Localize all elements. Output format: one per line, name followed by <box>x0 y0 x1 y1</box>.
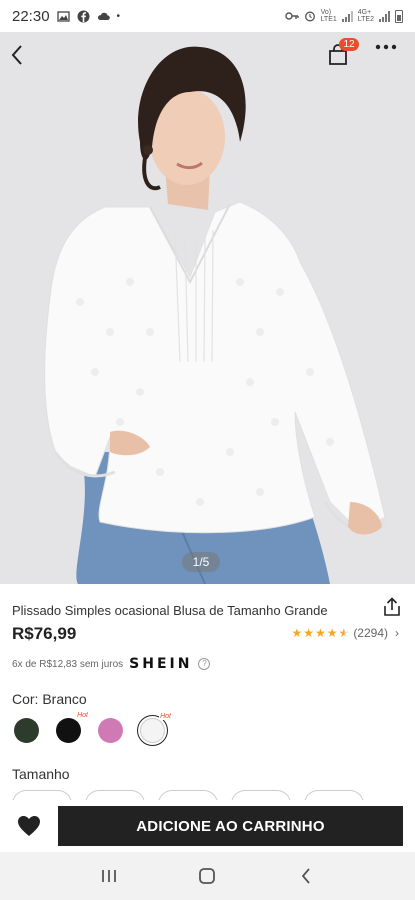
gallery-icon <box>56 10 70 22</box>
star-icon: ★ <box>326 626 338 640</box>
star-icon: ★ <box>303 626 315 640</box>
swatch-black[interactable]: Hot <box>56 712 89 743</box>
hot-tag: Hot <box>159 713 172 720</box>
back-button[interactable] <box>10 44 40 74</box>
facebook-icon <box>77 10 90 22</box>
net2-bottom-label: LTE2 <box>357 16 374 23</box>
star-icon: ★ <box>315 626 326 640</box>
cart-button[interactable]: 12 <box>327 38 359 74</box>
alarm-icon <box>304 11 315 22</box>
color-label: Cor: Branco <box>12 691 87 707</box>
battery-icon <box>395 9 403 23</box>
signal-icon-2 <box>379 10 390 22</box>
hot-tag: Hot <box>76 712 89 719</box>
installments-text: 6x de R$12,83 sem juros <box>12 658 124 670</box>
more-options-button[interactable] <box>375 44 405 74</box>
swatch-pink[interactable] <box>98 718 123 743</box>
system-back-button[interactable] <box>291 861 321 891</box>
installments-row: 6x de R$12,83 sem juros SHEIN ? <box>12 656 211 672</box>
notification-dot-icon: • <box>116 10 121 22</box>
half-star-icon: ★ <box>338 626 350 640</box>
heart-icon <box>18 816 40 836</box>
more-dots-icon <box>375 44 397 50</box>
status-time: 22:30 <box>12 7 50 25</box>
add-to-cart-button[interactable]: ADICIONE AO CARRINHO <box>58 806 403 846</box>
product-title: Plissado Simples ocasional Blusa de Tama… <box>12 602 328 618</box>
rating-summary[interactable]: ★ ★ ★ ★ ★ (2294) › <box>291 626 399 640</box>
share-icon <box>384 597 400 616</box>
net-top-label: Vo) <box>320 9 332 16</box>
status-bar: 22:30 • Vo) LTE1 4G+ LTE2 <box>0 0 415 32</box>
help-icon[interactable]: ? <box>198 658 211 670</box>
signal-icon <box>341 10 353 22</box>
color-swatches: Hot Hot <box>14 712 172 743</box>
title-row: Plissado Simples ocasional Blusa de Tama… <box>12 597 407 620</box>
back-arrow-icon <box>11 45 22 65</box>
image-counter: 1/5 <box>182 552 220 572</box>
size-label: Tamanho <box>12 766 70 782</box>
share-button[interactable] <box>381 596 403 618</box>
net2-top-label: 4G+ <box>357 9 372 16</box>
star-icon: ★ <box>291 626 303 640</box>
key-icon <box>284 12 299 20</box>
swatch-dark-green[interactable] <box>14 718 39 743</box>
swatch-white[interactable]: Hot <box>140 713 172 743</box>
recent-apps-icon <box>102 870 117 882</box>
network-indicator-1: Vo) LTE1 <box>321 9 337 23</box>
network-indicator-2: 4G+ LTE2 <box>358 9 374 23</box>
net-bottom-label: LTE1 <box>320 16 337 23</box>
product-photo <box>0 32 415 584</box>
cart-count-badge: 12 <box>339 38 359 51</box>
product-image-gallery[interactable]: 12 1/5 <box>0 32 415 584</box>
system-nav-bar <box>0 852 415 900</box>
chevron-right-icon: › <box>395 626 399 640</box>
recent-apps-button[interactable] <box>94 861 124 891</box>
review-count: (2294) <box>353 626 388 640</box>
cloud-icon <box>97 12 110 20</box>
product-price: R$76,99 <box>12 624 77 643</box>
chevron-left-icon <box>301 868 310 884</box>
home-icon <box>199 868 216 884</box>
bottom-action-bar: ADICIONE AO CARRINHO <box>0 800 415 852</box>
home-button[interactable] <box>192 861 222 891</box>
brand-logo: SHEIN <box>129 656 193 672</box>
favorite-button[interactable] <box>0 800 58 852</box>
